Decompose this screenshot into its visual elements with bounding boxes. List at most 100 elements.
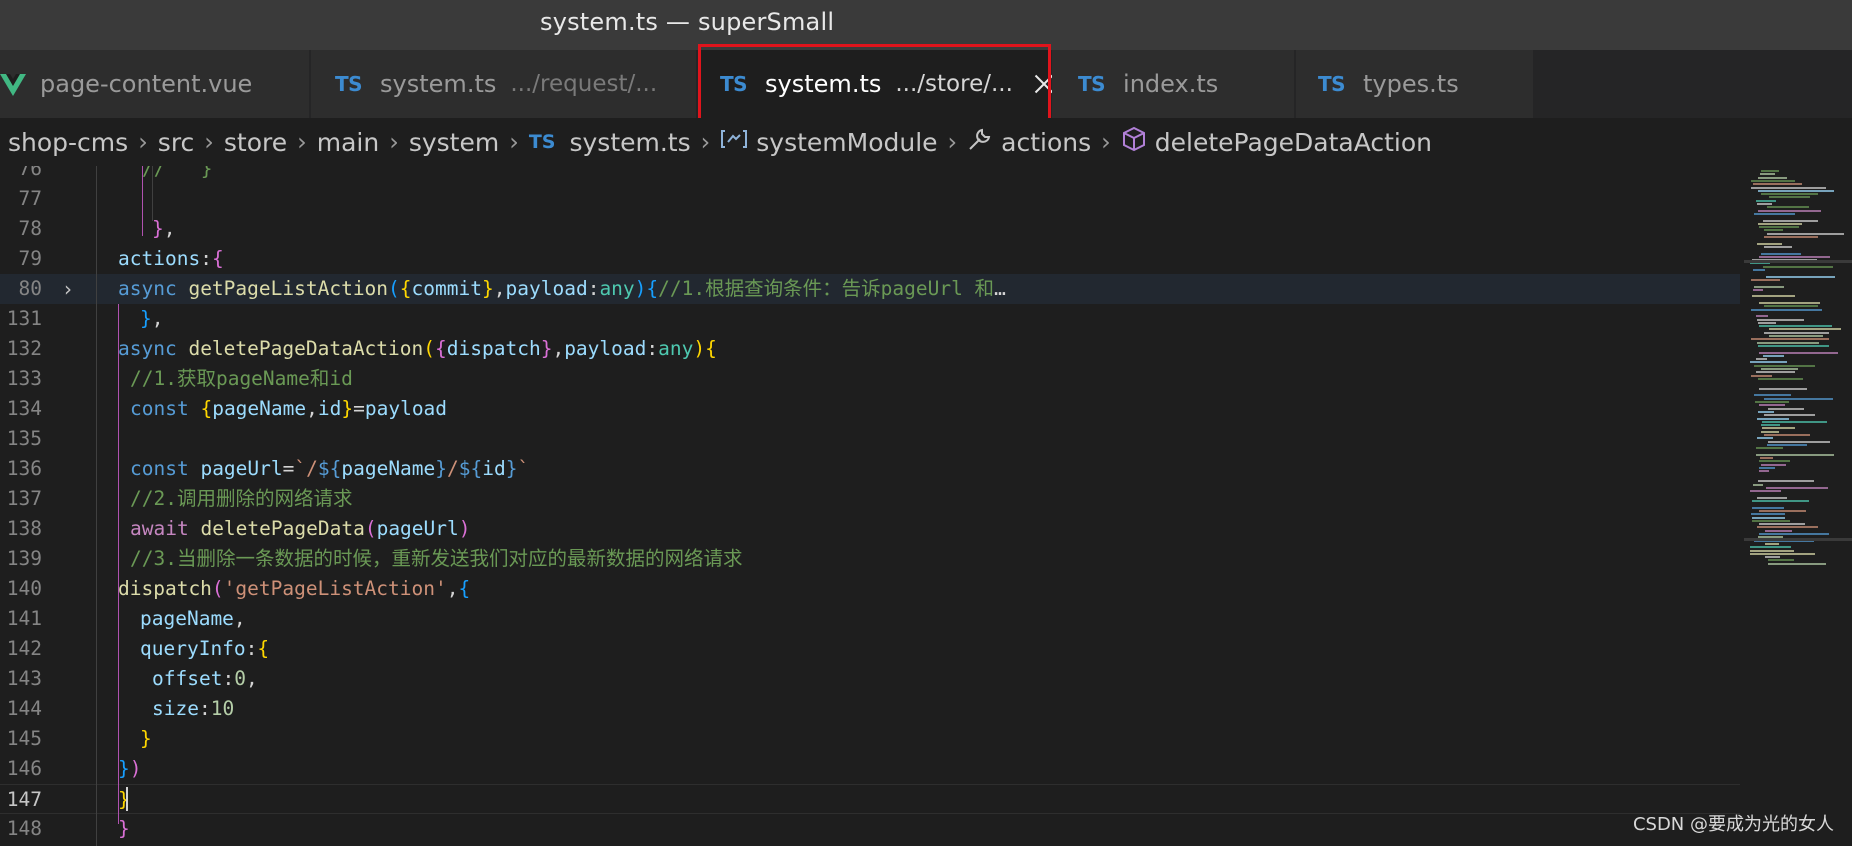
code-line[interactable]: 139 //3.当删除一条数据的时候，重新发送我们对应的最新数据的网络请求: [0, 544, 1740, 574]
breadcrumb-item[interactable]: system.ts: [569, 128, 690, 157]
code-token: (: [423, 337, 436, 360]
code-line[interactable]: 133 //1.获取pageName和id: [0, 364, 1740, 394]
code-token: payload: [564, 337, 647, 360]
window-title: system.ts — superSmall: [540, 8, 835, 36]
code-line[interactable]: 132 async deletePageDataAction({dispatch}…: [0, 334, 1740, 364]
code-token: await: [130, 517, 189, 540]
minimap-line: [1764, 331, 1829, 334]
code-token: ,: [163, 217, 176, 240]
code-line[interactable]: 142 queryInfo:{: [0, 634, 1740, 664]
code-line[interactable]: 144 size:10: [0, 694, 1740, 724]
minimap-line: [1761, 430, 1779, 433]
code-text: }): [118, 754, 142, 784]
code-line[interactable]: 79 actions:{: [0, 244, 1740, 274]
code-token: :: [222, 667, 235, 690]
minimap-line: [1760, 457, 1773, 460]
code-token: }: [118, 757, 130, 780]
code-token: //3.当删除一条数据的时候，重新发送我们对应的最新数据的网络请求: [130, 547, 743, 570]
minimap-line: [1759, 404, 1785, 407]
code-editor[interactable]: 76// } 77 78}, 79 actions:{80 › async getPageL…: [0, 166, 1852, 846]
code-token: }: [505, 457, 518, 480]
tab-page-content-vue[interactable]: page-content.vue: [0, 50, 310, 118]
breadcrumb-item[interactable]: src: [158, 128, 195, 157]
minimap[interactable]: [1744, 166, 1852, 846]
code-token: pageUrl: [376, 517, 459, 540]
line-number: 138: [6, 517, 42, 540]
code-text: //1.获取pageName和id: [130, 364, 353, 394]
tab-label: system.ts: [380, 70, 497, 98]
code-line[interactable]: 141 pageName,: [0, 604, 1740, 634]
code-token: ): [458, 517, 471, 540]
minimap-line: [1755, 401, 1789, 403]
minimap-line: [1757, 341, 1819, 344]
minimap-line: [1759, 509, 1806, 512]
code-token: actions: [118, 247, 201, 270]
minimap-line: [1756, 371, 1795, 374]
code-line[interactable]: 136 const pageUrl=`/${pageName}/${id}`: [0, 454, 1740, 484]
code-line[interactable]: 143 offset:0,: [0, 664, 1740, 694]
code-line[interactable]: 146}): [0, 754, 1740, 784]
tab-system-ts-request[interactable]: TS system.ts .../request/...: [311, 50, 697, 118]
tab-index-ts[interactable]: TS index.ts: [1052, 50, 1295, 118]
code-line[interactable]: 147}: [0, 784, 1740, 814]
tab-system-ts-store[interactable]: TS system.ts .../store/...: [698, 50, 1051, 118]
minimap-line: [1758, 176, 1787, 179]
code-token: (: [211, 577, 224, 600]
code-line[interactable]: 135: [0, 424, 1740, 454]
code-token: deletePageDataAction: [188, 337, 424, 360]
chevron-right-icon: ›: [204, 128, 214, 156]
line-number: 79: [18, 247, 42, 270]
code-token: commit: [411, 277, 482, 300]
code-token: //1.根据查询条件：告诉pageUrl 和: [658, 277, 995, 300]
minimap-line: [1752, 500, 1809, 502]
breadcrumb-item[interactable]: deletePageDataAction: [1155, 128, 1432, 157]
code-line[interactable]: 140 dispatch('getPageListAction',{: [0, 574, 1740, 604]
code-token: :: [646, 337, 659, 360]
minimap-line: [1759, 387, 1807, 390]
code-line[interactable]: 138 await deletePageData(pageUrl): [0, 514, 1740, 544]
code-text: async deletePageDataAction({dispatch},pa…: [118, 334, 717, 364]
code-line[interactable]: 148}: [0, 814, 1740, 844]
chevron-right-icon: ›: [700, 128, 711, 156]
breadcrumb-item[interactable]: shop-cms: [8, 128, 128, 157]
code-line[interactable]: 80 › async getPageListAction({commit},payl…: [0, 274, 1740, 304]
breadcrumb-item[interactable]: store: [224, 128, 287, 157]
code-token: //2.调用删除的网络请求: [130, 487, 353, 510]
minimap-line: [1764, 229, 1783, 232]
code-token: ,: [151, 307, 164, 330]
code-line[interactable]: 145}: [0, 724, 1740, 754]
code-line[interactable]: 137 //2.调用删除的网络请求: [0, 484, 1740, 514]
tab-description: .../store/...: [895, 71, 1013, 97]
code-token: :: [200, 247, 212, 270]
code-line[interactable]: 134 const {pageName,id}=payload: [0, 394, 1740, 424]
minimap-line: [1759, 467, 1775, 469]
breadcrumb-item[interactable]: actions: [1001, 128, 1091, 157]
minimap-line: [1758, 321, 1776, 324]
code-token: ,: [233, 607, 246, 630]
minimap-line: [1753, 483, 1763, 486]
code-line[interactable]: 131},: [0, 304, 1740, 334]
minimap-line: [1765, 542, 1779, 545]
fold-chevron-icon[interactable]: ›: [64, 274, 72, 304]
tab-types-ts[interactable]: TS types.ts: [1296, 50, 1534, 118]
breadcrumb-item[interactable]: main: [317, 128, 379, 157]
code-token: :: [245, 637, 258, 660]
code-line[interactable]: 77: [0, 184, 1740, 214]
minimap-current-line: [1744, 260, 1852, 263]
minimap-line: [1751, 186, 1826, 189]
minimap-line: [1758, 209, 1821, 212]
code-line[interactable]: 76// }: [0, 166, 1740, 184]
code-line[interactable]: 78},: [0, 214, 1740, 244]
line-number: 78: [18, 217, 42, 240]
breadcrumb-item[interactable]: systemModule: [756, 128, 937, 157]
code-token: }: [152, 217, 164, 240]
line-number: 133: [6, 367, 42, 390]
minimap-line: [1753, 269, 1765, 271]
minimap-line: [1758, 344, 1829, 347]
breadcrumb-item[interactable]: system: [409, 128, 499, 157]
close-icon[interactable]: [1031, 71, 1050, 97]
code-token: dispatch: [446, 337, 541, 360]
minimap-line: [1750, 552, 1815, 555]
